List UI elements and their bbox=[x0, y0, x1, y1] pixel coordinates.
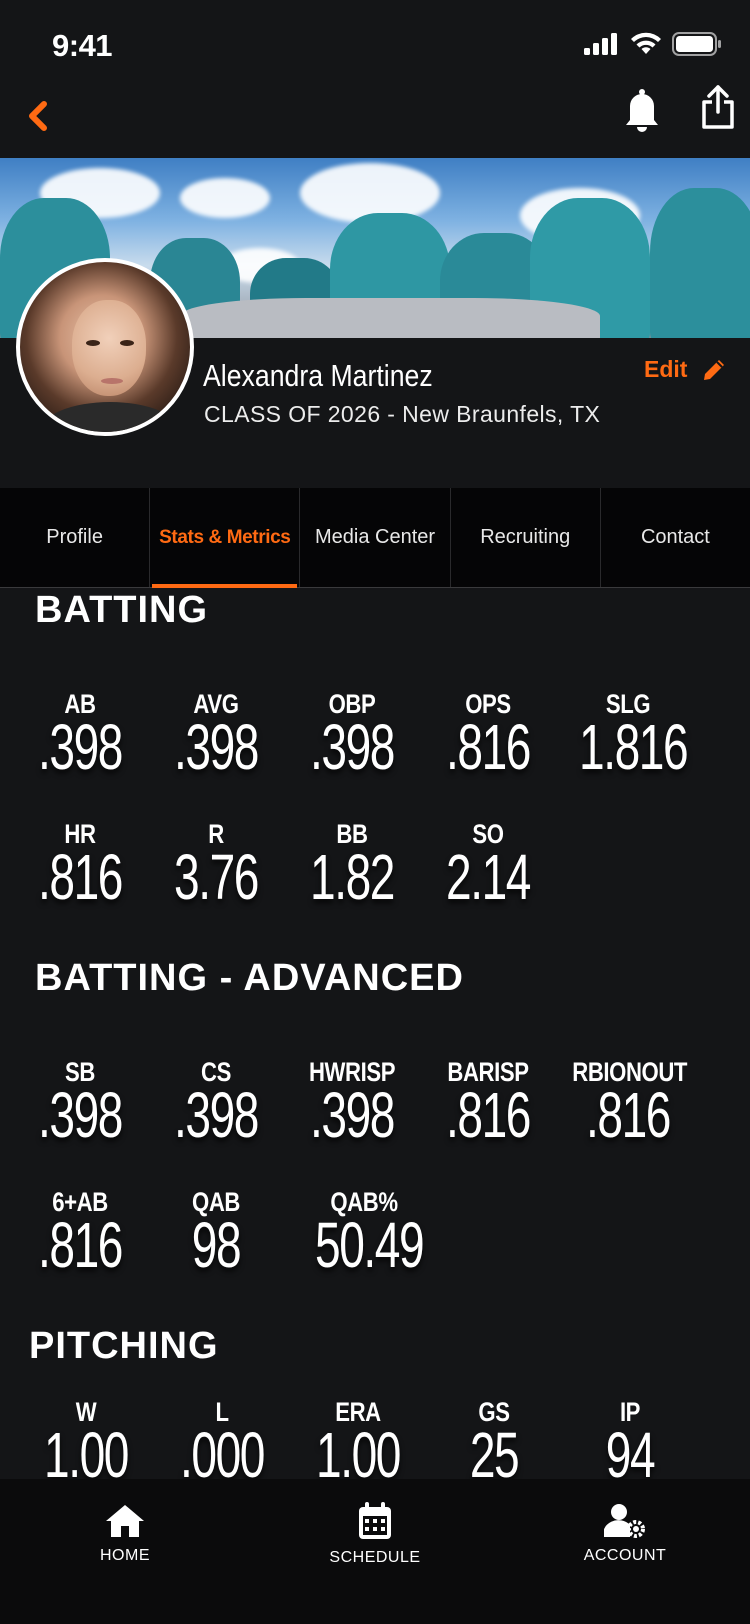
profile-tabs: Profile Stats & Metrics Media Center Rec… bbox=[0, 488, 750, 588]
stat-rbionout: RBIONOUT .816 bbox=[572, 1057, 688, 1151]
player-class-location: CLASS OF 2026 - New Braunfels, TX bbox=[204, 401, 601, 427]
stat-avg: AVG .398 bbox=[174, 689, 259, 783]
tab-profile[interactable]: Profile bbox=[0, 488, 151, 587]
stat-bb: BB 1.82 bbox=[310, 819, 395, 913]
edit-profile-button[interactable]: Edit bbox=[644, 356, 727, 383]
stat-sb: SB .398 bbox=[38, 1057, 123, 1151]
stat-ab: AB .398 bbox=[38, 689, 123, 783]
status-icons bbox=[584, 32, 722, 56]
nav-schedule[interactable]: SCHEDULE bbox=[275, 1479, 475, 1589]
stat-ip: IP 94 bbox=[605, 1397, 656, 1479]
section-title-batting: BATTING bbox=[35, 589, 209, 631]
bottom-nav: HOME SCHEDULE ACCOUNT bbox=[0, 1479, 750, 1624]
stat-6-plus-ab: 6+AB .816 bbox=[38, 1187, 123, 1281]
stat-qab-percent: QAB% 50.49 bbox=[315, 1187, 425, 1281]
pencil-icon bbox=[704, 359, 725, 380]
section-title-batting-advanced: BATTING - ADVANCED bbox=[35, 957, 464, 999]
avatar bbox=[16, 258, 194, 436]
battery-icon bbox=[672, 32, 721, 56]
calendar-icon bbox=[359, 1502, 391, 1539]
share-button[interactable] bbox=[700, 84, 744, 140]
tab-media-center[interactable]: Media Center bbox=[300, 488, 451, 587]
stat-barisp: BARISP .816 bbox=[446, 1057, 531, 1151]
stat-qab: QAB 98 bbox=[191, 1187, 242, 1281]
status-time: 9:41 bbox=[52, 28, 113, 63]
stat-slg: SLG 1.816 bbox=[579, 689, 689, 783]
wifi-icon bbox=[631, 32, 661, 54]
edit-label: Edit bbox=[644, 356, 688, 382]
nav-home[interactable]: HOME bbox=[25, 1479, 225, 1589]
stat-era: ERA 1.00 bbox=[316, 1397, 401, 1479]
stat-so: SO 2.14 bbox=[446, 819, 531, 913]
share-icon bbox=[702, 85, 734, 129]
section-title-pitching: PITCHING bbox=[29, 1325, 219, 1367]
stat-w: W 1.00 bbox=[44, 1397, 129, 1479]
stat-obp: OBP .398 bbox=[310, 689, 395, 783]
stats-content[interactable]: BATTING AB .398 AVG .398 OBP .398 OPS .8… bbox=[0, 589, 750, 1479]
stat-ops: OPS .816 bbox=[446, 689, 531, 783]
tab-recruiting[interactable]: Recruiting bbox=[451, 488, 601, 587]
chevron-left-icon bbox=[29, 101, 47, 131]
stat-cs: CS .398 bbox=[174, 1057, 259, 1151]
status-bar: 9:41 bbox=[0, 0, 750, 92]
stat-hr: HR .816 bbox=[38, 819, 123, 913]
account-settings-icon bbox=[604, 1504, 645, 1538]
stat-l: L .000 bbox=[180, 1397, 265, 1479]
back-button[interactable] bbox=[18, 96, 58, 136]
top-nav bbox=[0, 85, 750, 158]
tab-contact[interactable]: Contact bbox=[601, 488, 750, 587]
notifications-button[interactable] bbox=[622, 88, 666, 140]
player-name: Alexandra Martinez bbox=[203, 358, 433, 393]
cellular-signal-icon bbox=[584, 33, 617, 55]
bell-icon bbox=[626, 89, 658, 132]
stat-r: R 3.76 bbox=[174, 819, 259, 913]
nav-account[interactable]: ACCOUNT bbox=[525, 1479, 725, 1589]
stat-gs: GS 25 bbox=[469, 1397, 520, 1479]
home-icon bbox=[106, 1505, 144, 1537]
stat-hwrisp: HWRISP .398 bbox=[308, 1057, 396, 1151]
tab-stats-metrics[interactable]: Stats & Metrics bbox=[150, 488, 301, 588]
